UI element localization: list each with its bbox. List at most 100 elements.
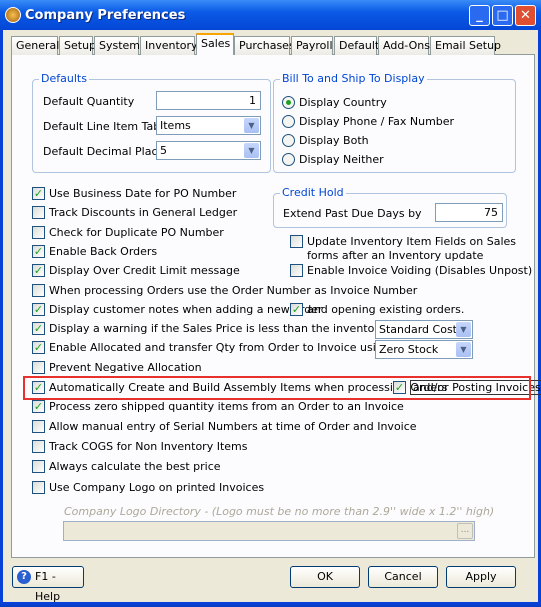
checkbox-label: Enable Allocated and transfer Qty from O…: [49, 341, 397, 354]
ok-button[interactable]: OK: [290, 566, 360, 588]
checkbox-use-company-logo-on-printed-invoices[interactable]: Use Company Logo on printed Invoices: [32, 481, 264, 494]
radio-display-country[interactable]: Display Country: [282, 96, 387, 109]
extend-past-due-input[interactable]: 75: [435, 203, 503, 222]
tab-default[interactable]: Default: [334, 36, 379, 55]
tab-inventory[interactable]: Inventory: [140, 36, 198, 55]
checkbox-track-cogs-for-non-inventory-items[interactable]: Track COGS for Non Inventory Items: [32, 440, 247, 453]
checkbox-track-discounts-in-general-ledger[interactable]: Track Discounts in General Ledger: [32, 206, 237, 219]
checkbox-always-calculate-the-best-price[interactable]: Always calculate the best price: [32, 460, 221, 473]
checkbox-display-over-credit-limit-message[interactable]: ✓ Display Over Credit Limit message: [32, 264, 240, 277]
checkbox[interactable]: [32, 460, 45, 473]
checkbox-label: Display customer notes when adding a new…: [49, 303, 323, 316]
radio-label: Display Country: [299, 96, 387, 109]
defaults-title: Defaults: [39, 72, 89, 85]
default-line-item-tab-label: Default Line Item Tab: [43, 120, 161, 133]
chevron-down-icon: ▼: [244, 143, 259, 158]
checkbox-label: Use Business Date for PO Number: [49, 187, 237, 200]
window-title: Company Preferences: [25, 8, 186, 23]
help-label: F1 - Help: [35, 570, 61, 603]
radio-display-both[interactable]: Display Both: [282, 134, 369, 147]
default-decimal-places-label: Default Decimal Places: [43, 145, 171, 158]
checkbox[interactable]: ✓: [32, 322, 45, 335]
checkbox-label: Prevent Negative Allocation: [49, 361, 202, 374]
default-decimal-places-select[interactable]: 5 ▼: [156, 141, 261, 160]
tab-setup[interactable]: Setup: [59, 36, 96, 55]
radio-button[interactable]: [282, 96, 295, 109]
checkbox-display-a-warning-if-the-sales-price-is-[interactable]: ✓ Display a warning if the Sales Price is…: [32, 322, 419, 335]
checkbox-when-processing-orders-use-the-order-num[interactable]: When processing Orders use the Order Num…: [32, 284, 417, 297]
checkbox-label: Allow manual entry of Serial Numbers at …: [49, 420, 417, 433]
checkbox[interactable]: ✓: [32, 341, 45, 354]
checkbox[interactable]: ✓: [32, 245, 45, 258]
checkbox[interactable]: ✓: [290, 303, 303, 316]
checkbox[interactable]: [32, 206, 45, 219]
close-button[interactable]: ✕: [515, 5, 536, 26]
logo-directory-input[interactable]: [63, 521, 475, 541]
checkbox-label: Display Over Credit Limit message: [49, 264, 240, 277]
checkbox-label: Check for Duplicate PO Number: [49, 226, 224, 239]
apply-button[interactable]: Apply: [446, 566, 516, 588]
checkbox-label: and opening existing orders.: [307, 303, 465, 316]
radio-label: Display Phone / Fax Number: [299, 115, 455, 128]
checkbox-process-zero-shipped-quantity-items-from[interactable]: ✓ Process zero shipped quantity items fro…: [32, 400, 404, 413]
minimize-button[interactable]: _: [469, 5, 490, 26]
selected-value: Standard Cost: [379, 323, 457, 336]
radio-label: Display Neither: [299, 153, 384, 166]
tab-sales[interactable]: Sales: [196, 33, 234, 55]
help-button[interactable]: ? F1 - Help: [12, 566, 84, 603]
checkbox[interactable]: ✓: [32, 264, 45, 277]
checkbox-opening-existing-orders[interactable]: ✓ and opening existing orders.: [290, 303, 464, 316]
default-quantity-input[interactable]: 1: [156, 91, 261, 110]
highlight-box: [23, 376, 531, 400]
selected-value: 5: [160, 144, 167, 157]
checkbox-allow-manual-entry-of-serial-numbers-at-[interactable]: Allow manual entry of Serial Numbers at …: [32, 420, 417, 433]
checkbox-prevent-negative-allocation[interactable]: Prevent Negative Allocation: [32, 361, 202, 374]
checkbox-label: Use Company Logo on printed Invoices: [49, 481, 265, 494]
selected-value: Zero Stock: [379, 343, 439, 356]
checkbox-update-inventory-fields[interactable]: Update Inventory Item Fields on Sales for…: [290, 235, 516, 263]
default-line-item-tab-select[interactable]: Items ▼: [156, 116, 261, 135]
tab-general[interactable]: General: [11, 36, 59, 55]
checkbox-label: When processing Orders use the Order Num…: [49, 284, 418, 297]
checkbox[interactable]: [32, 284, 45, 297]
radio-button[interactable]: [282, 153, 295, 166]
tab-system[interactable]: System: [94, 36, 140, 55]
tab-add-ons[interactable]: Add-Ons: [378, 36, 430, 55]
title-bar: Company Preferences _ □ ✕: [0, 0, 541, 30]
checkbox[interactable]: ✓: [32, 303, 45, 316]
checkbox-label: Display a warning if the Sales Price is …: [49, 322, 420, 335]
tab-email-setup[interactable]: Email Setup: [430, 36, 501, 55]
checkbox[interactable]: [32, 226, 45, 239]
checkbox[interactable]: [32, 440, 45, 453]
checkbox-enable-allocated-and-transfer-qty-from-o[interactable]: ✓ Enable Allocated and transfer Qty from …: [32, 341, 397, 354]
tab-purchases[interactable]: Purchases: [234, 36, 295, 55]
cancel-button[interactable]: Cancel: [368, 566, 438, 588]
radio-display-phone-fax-number[interactable]: Display Phone / Fax Number: [282, 115, 454, 128]
checkbox[interactable]: [290, 264, 303, 277]
checkbox[interactable]: [32, 420, 45, 433]
checkbox[interactable]: ✓: [32, 187, 45, 200]
checkbox-enable-back-orders[interactable]: ✓ Enable Back Orders: [32, 245, 157, 258]
radio-label: Display Both: [299, 134, 369, 147]
checkbox-enable-invoice-voiding[interactable]: Enable Invoice Voiding (Disables Unpost): [290, 264, 532, 277]
checkbox-use-business-date-for-po-number[interactable]: ✓ Use Business Date for PO Number: [32, 187, 236, 200]
checkbox[interactable]: [32, 481, 45, 494]
help-icon: ?: [17, 570, 31, 584]
tab-payroll[interactable]: Payroll: [291, 36, 333, 55]
radio-button[interactable]: [282, 134, 295, 147]
checkbox[interactable]: ✓: [32, 400, 45, 413]
checkbox[interactable]: [32, 361, 45, 374]
allocation-mode-select[interactable]: Zero Stock ▼: [375, 340, 473, 359]
maximize-button[interactable]: □: [492, 5, 513, 26]
browse-button[interactable]: ...: [457, 523, 473, 539]
checkbox-display-customer-notes-when-adding-a-new[interactable]: ✓ Display customer notes when adding a ne…: [32, 303, 323, 316]
checkbox-check-for-duplicate-po-number[interactable]: Check for Duplicate PO Number: [32, 226, 224, 239]
checkbox[interactable]: [290, 235, 303, 248]
radio-button[interactable]: [282, 115, 295, 128]
logo-directory-label: Company Logo Directory - (Logo must be n…: [64, 505, 495, 518]
checkbox-label: Track Discounts in General Ledger: [49, 206, 238, 219]
checkbox-label: Track COGS for Non Inventory Items: [49, 440, 248, 453]
warning-cost-select[interactable]: Standard Cost ▼: [375, 320, 473, 339]
chevron-down-icon: ▼: [456, 342, 471, 357]
radio-display-neither[interactable]: Display Neither: [282, 153, 384, 166]
